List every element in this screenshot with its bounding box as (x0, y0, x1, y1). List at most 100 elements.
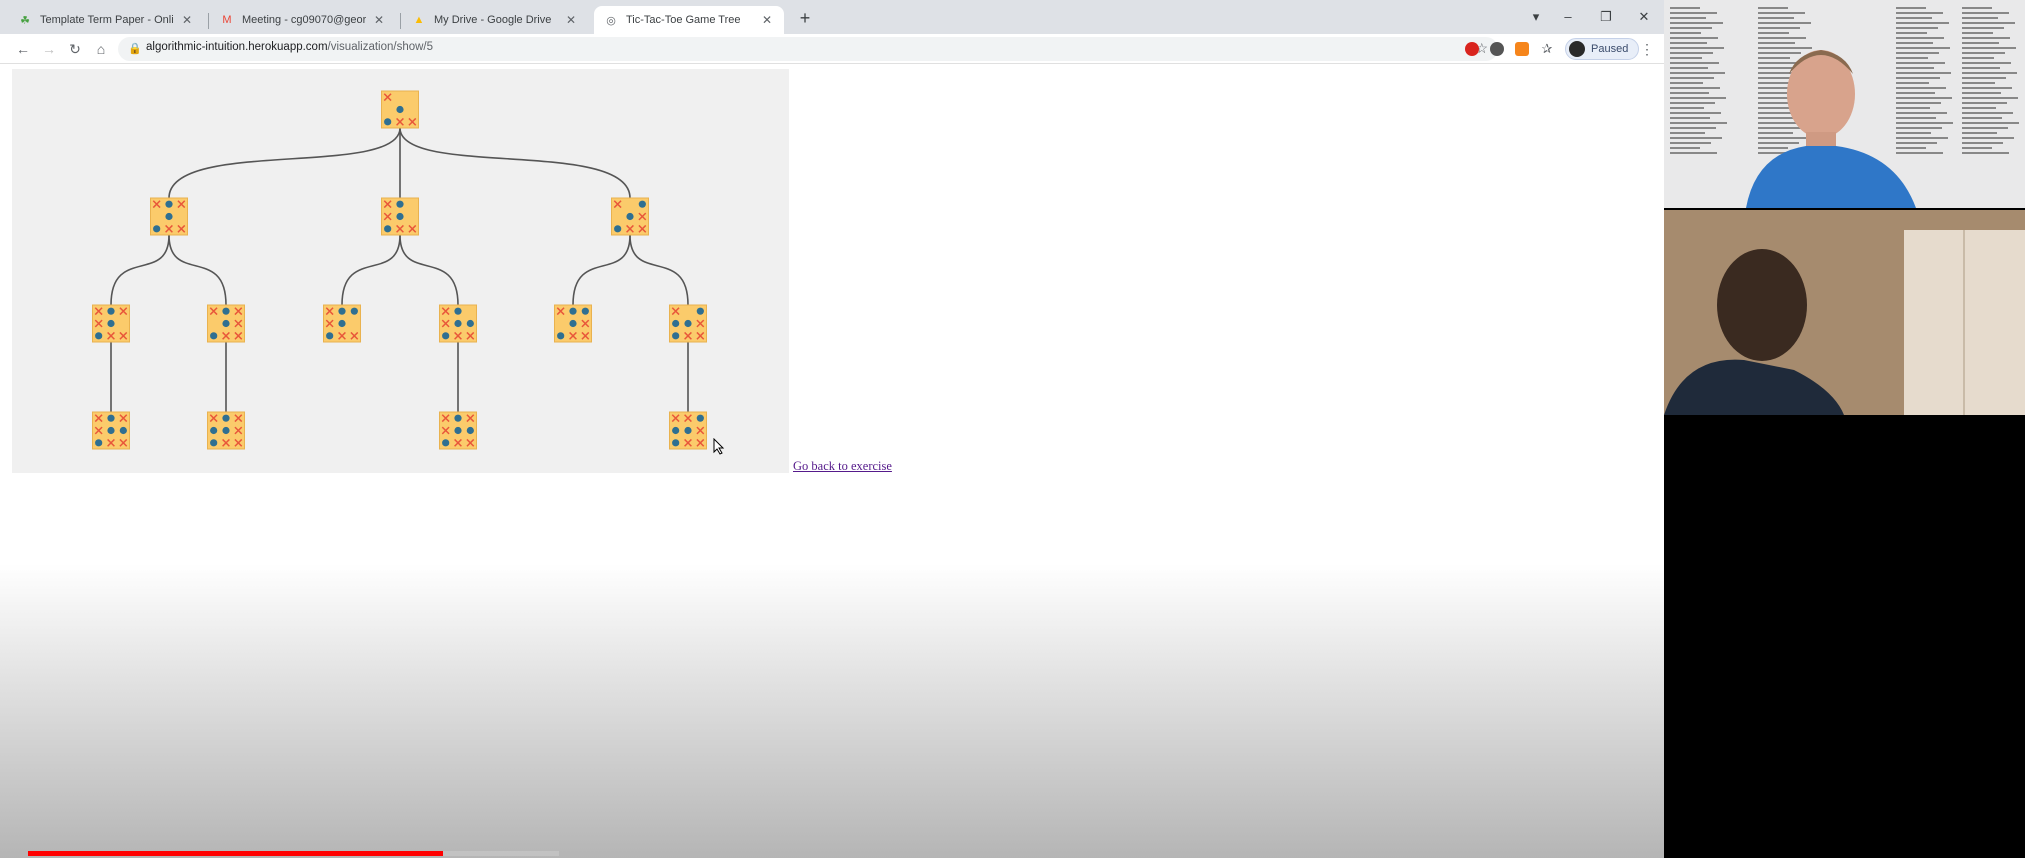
tab-strip: ☘ Template Term Paper - Online La ✕ M Meetin… (0, 0, 1664, 34)
tab-title: Tic-Tac-Toe Game Tree (626, 14, 741, 26)
browser-toolbar: ← → ↻ ⌂ 🔒 algorithmic-intuition.herokuap… (0, 34, 1664, 64)
overleaf-leaf-icon: ☘ (20, 14, 30, 27)
globe-icon: ◎ (606, 14, 616, 27)
browser-window: ☘ Template Term Paper - Online La ✕ M Meetin… (0, 0, 1664, 858)
o-mark (557, 332, 565, 340)
board-node[interactable] (611, 197, 649, 236)
o-mark (107, 319, 115, 328)
o-mark (581, 307, 589, 315)
tab-close-icon[interactable]: ✕ (760, 13, 774, 27)
o-mark (466, 426, 474, 435)
o-mark (672, 319, 680, 328)
board-node[interactable] (439, 304, 477, 343)
o-mark (696, 414, 704, 422)
back-icon[interactable]: ← (14, 40, 32, 58)
lock-icon: 🔒 (128, 43, 142, 55)
o-mark (638, 200, 646, 208)
o-mark (165, 212, 173, 221)
o-mark (672, 332, 680, 340)
board-node[interactable] (150, 197, 188, 236)
metamask-fox-icon[interactable] (1515, 42, 1529, 56)
url-host: algorithmic-intuition.herokuapp.com (146, 41, 328, 53)
o-mark (210, 439, 218, 447)
board-node[interactable] (207, 304, 245, 343)
o-mark (210, 332, 218, 340)
o-mark (222, 319, 230, 328)
o-mark (350, 307, 358, 315)
o-mark (672, 426, 680, 435)
tab-title: Meeting - cg09070@georgiasouth (242, 14, 366, 26)
tree-edge (341, 234, 401, 306)
reload-icon[interactable]: ↻ (66, 40, 84, 58)
google-drive-icon: ▲ (413, 14, 425, 26)
tab-title: My Drive - Google Drive (434, 14, 552, 26)
tab-close-icon[interactable]: ✕ (372, 13, 386, 27)
game-tree (92, 90, 707, 450)
tab-search-icon[interactable]: ▾ (1526, 8, 1546, 26)
board-node[interactable] (92, 411, 130, 450)
o-mark (165, 200, 173, 208)
webcam-feed-top (1664, 0, 2025, 208)
profile-paused-button[interactable]: Paused (1565, 38, 1640, 60)
o-mark (684, 319, 692, 328)
board-node[interactable] (669, 411, 707, 450)
presenter-video (1746, 50, 1916, 208)
o-mark (454, 414, 462, 422)
close-window-icon[interactable]: ✕ (1634, 8, 1654, 26)
board-node[interactable] (554, 304, 592, 343)
page-content: Go back to exercise (0, 64, 1664, 858)
o-mark (466, 319, 474, 328)
o-mark (396, 105, 404, 114)
url-path: /visualization/show/5 (327, 41, 434, 53)
board-node[interactable] (439, 411, 477, 450)
o-mark (107, 307, 115, 315)
puzzle-extensions-icon[interactable]: ✰ (1540, 42, 1554, 56)
home-icon[interactable]: ⌂ (92, 40, 110, 58)
board-node[interactable] (381, 197, 419, 236)
tree-edge (629, 234, 689, 306)
o-mark (454, 426, 462, 435)
tree-edge (572, 234, 631, 306)
restore-icon[interactable]: ❐ (1596, 8, 1616, 26)
browser-tab[interactable]: ▲ My Drive - Google Drive ✕ (402, 6, 588, 34)
webcam-side-panel (1664, 0, 2025, 858)
tab-close-icon[interactable]: ✕ (180, 13, 194, 27)
forward-icon[interactable]: → (40, 40, 58, 58)
o-mark (222, 307, 230, 315)
extension-icon[interactable] (1490, 42, 1504, 56)
webcam-feed-bottom (1664, 210, 2025, 415)
more-menu-icon[interactable]: ⋮ (1640, 41, 1654, 58)
browser-tab[interactable]: ☘ Template Term Paper - Online La ✕ (8, 6, 204, 34)
o-mark (119, 426, 127, 435)
browser-tab[interactable]: M Meeting - cg09070@georgiasouth ✕ (210, 6, 396, 34)
board-node[interactable] (381, 90, 419, 129)
address-bar[interactable]: 🔒 algorithmic-intuition.herokuapp.com/vi… (118, 37, 1498, 61)
tree-edge (110, 234, 170, 306)
board-node[interactable] (92, 304, 130, 343)
o-mark (107, 426, 115, 435)
minimize-icon[interactable]: – (1558, 8, 1578, 26)
o-mark (338, 307, 346, 315)
new-tab-button[interactable]: + (795, 8, 815, 28)
board-node[interactable] (669, 304, 707, 343)
o-mark (614, 225, 622, 233)
url-text[interactable]: algorithmic-intuition.herokuapp.com/visu… (146, 41, 433, 53)
o-mark (442, 332, 450, 340)
browser-tab[interactable]: ◎ Tic-Tac-Toe Game Tree ✕ (594, 6, 784, 34)
notes-column (1668, 4, 1728, 164)
o-mark (569, 319, 577, 328)
tree-edge (399, 234, 459, 306)
o-mark (454, 307, 462, 315)
video-progress-bar[interactable] (28, 851, 443, 856)
tree-edge (399, 127, 631, 199)
o-mark (626, 212, 634, 221)
tab-close-icon[interactable]: ✕ (564, 13, 578, 27)
tab-separator (400, 13, 401, 29)
o-mark (696, 307, 704, 315)
board-node[interactable] (323, 304, 361, 343)
back-to-exercise-link[interactable]: Go back to exercise (793, 459, 892, 474)
game-tree-panel (12, 69, 789, 473)
opera-extension-icon[interactable] (1465, 42, 1479, 56)
board-node[interactable] (207, 411, 245, 450)
o-mark (326, 332, 334, 340)
